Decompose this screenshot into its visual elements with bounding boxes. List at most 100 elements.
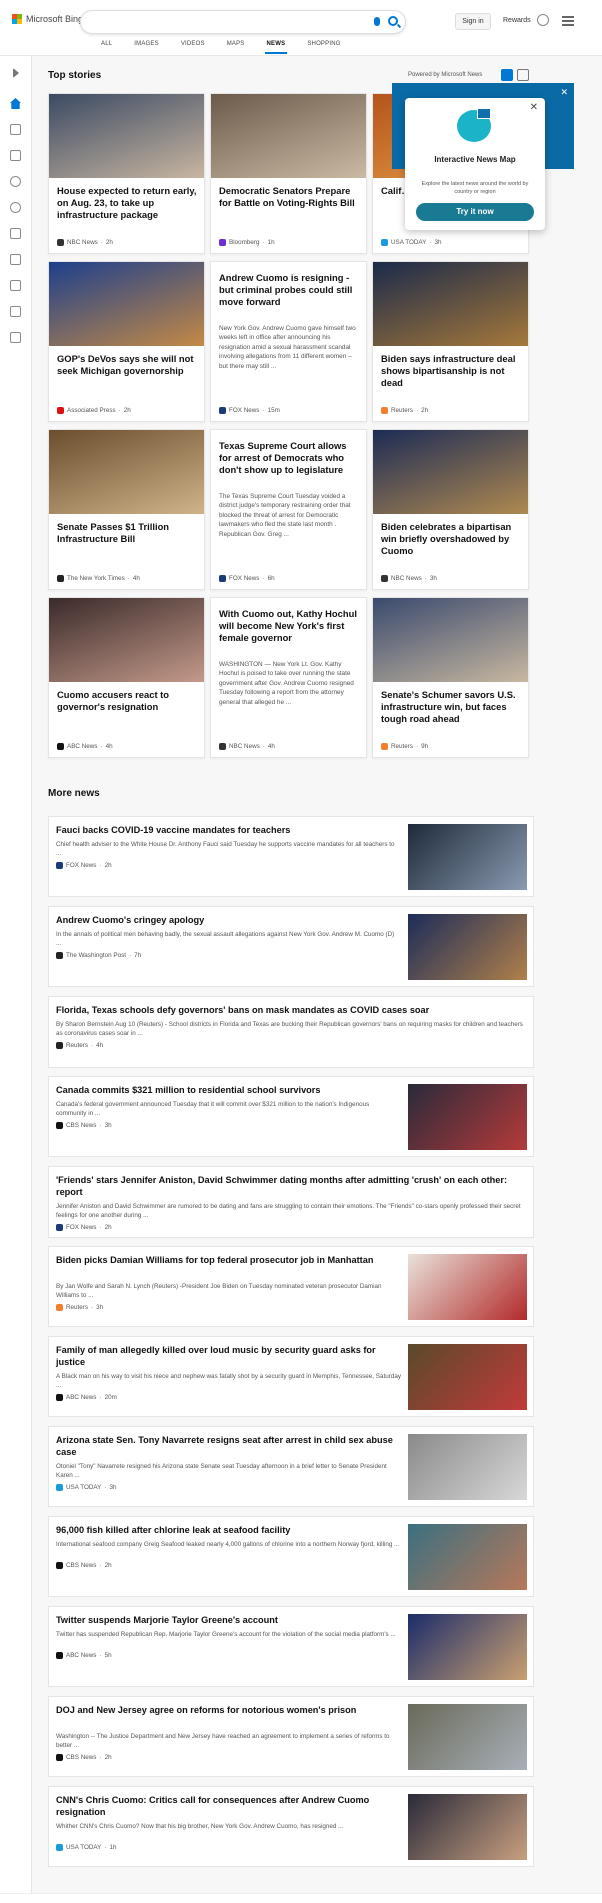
rewards-link[interactable]: Rewards xyxy=(503,17,531,24)
news-source[interactable]: FOX News · 6h xyxy=(219,575,275,582)
news-thumbnail[interactable] xyxy=(408,1084,527,1150)
news-row[interactable]: DOJ and New Jersey agree on reforms for … xyxy=(48,1696,534,1777)
news-card[interactable]: GOP's DeVos says she will not seek Michi… xyxy=(48,261,205,422)
try-it-now-button[interactable]: Try it now xyxy=(416,203,534,221)
tab-images[interactable]: IMAGES xyxy=(123,41,170,51)
close-icon[interactable]: ✕ xyxy=(530,102,538,113)
news-source[interactable]: Reuters · 3h xyxy=(56,1304,103,1311)
bank-icon[interactable] xyxy=(10,306,21,317)
search-icon[interactable] xyxy=(388,16,398,26)
news-card-title[interactable]: GOP's DeVos says she will not seek Michi… xyxy=(57,353,199,377)
bing-logo[interactable]: Microsoft Bing xyxy=(12,14,83,24)
news-row-title[interactable]: Twitter suspends Marjorie Taylor Greene'… xyxy=(56,1614,401,1626)
tab-videos[interactable]: VIDEOS xyxy=(170,41,216,51)
news-card[interactable]: Senate Passes $1 Trillion Infrastructure… xyxy=(48,429,205,590)
news-card[interactable]: Cuomo accusers react to governor's resig… xyxy=(48,597,205,758)
news-row-title[interactable]: Family of man allegedly killed over loud… xyxy=(56,1344,401,1368)
news-row-title[interactable]: Fauci backs COVID-19 vaccine mandates fo… xyxy=(56,824,401,836)
news-source[interactable]: NBC News · 3h xyxy=(381,575,437,582)
news-source[interactable]: The Washington Post · 7h xyxy=(56,952,141,959)
news-source[interactable]: Reuters · 4h xyxy=(56,1042,103,1049)
chevron-right-icon[interactable] xyxy=(13,68,19,78)
tab-news[interactable]: NEWS xyxy=(256,41,297,54)
news-source[interactable]: CBS News · 3h xyxy=(56,1122,112,1129)
news-card-title[interactable]: Senate Passes $1 Trillion Infrastructure… xyxy=(57,521,199,545)
news-row-title[interactable]: Andrew Cuomo's cringey apology xyxy=(56,914,401,926)
news-row[interactable]: Family of man allegedly killed over loud… xyxy=(48,1336,534,1417)
news-row[interactable]: Biden picks Damian Williams for top fede… xyxy=(48,1246,534,1327)
microphone-icon[interactable] xyxy=(374,17,380,26)
news-row-title[interactable]: Canada commits $321 million to residenti… xyxy=(56,1084,401,1096)
news-card-title[interactable]: Texas Supreme Court allows for arrest of… xyxy=(219,440,361,476)
news-card-title[interactable]: Biden celebrates a bipartisan win briefl… xyxy=(381,521,523,557)
money-icon[interactable] xyxy=(10,332,21,343)
news-card[interactable]: With Cuomo out, Kathy Hochul will become… xyxy=(210,597,367,758)
news-image[interactable] xyxy=(49,430,204,514)
news-card[interactable]: Democratic Senators Prepare for Battle o… xyxy=(210,93,367,254)
news-card[interactable]: Biden celebrates a bipartisan win briefl… xyxy=(372,429,529,590)
news-card[interactable]: Biden says infrastructure deal shows bip… xyxy=(372,261,529,422)
news-row-title[interactable]: Biden picks Damian Williams for top fede… xyxy=(56,1254,401,1266)
news-row[interactable]: Andrew Cuomo's cringey apology In the ann… xyxy=(48,906,534,987)
news-source[interactable]: USA TODAY · 3h xyxy=(56,1484,116,1491)
news-row[interactable]: Twitter suspends Marjorie Taylor Greene'… xyxy=(48,1606,534,1687)
news-source[interactable]: Bloomberg · 1h xyxy=(219,239,275,246)
news-card-title[interactable]: Biden says infrastructure deal shows bip… xyxy=(381,353,523,389)
entertainment-icon[interactable] xyxy=(10,280,21,291)
news-thumbnail[interactable] xyxy=(408,1344,527,1410)
news-source[interactable]: Associated Press · 2h xyxy=(57,407,131,414)
grid-view-icon[interactable] xyxy=(501,69,513,81)
news-thumbnail[interactable] xyxy=(408,1704,527,1770)
news-source[interactable]: NBC News · 4h xyxy=(219,743,275,750)
news-row[interactable]: Canada commits $321 million to residenti… xyxy=(48,1076,534,1157)
news-image[interactable] xyxy=(211,94,366,178)
news-card-title[interactable]: Andrew Cuomo is resigning - but criminal… xyxy=(219,272,361,308)
news-row[interactable]: Florida, Texas schools defy governors' b… xyxy=(48,996,534,1068)
news-row-title[interactable]: Arizona state Sen. Tony Navarrete resign… xyxy=(56,1434,401,1458)
news-source[interactable]: ABC News · 20m xyxy=(56,1394,117,1401)
news-thumbnail[interactable] xyxy=(408,1794,527,1860)
news-card-title[interactable]: With Cuomo out, Kathy Hochul will become… xyxy=(219,608,361,644)
news-card[interactable]: Andrew Cuomo is resigning - but criminal… xyxy=(210,261,367,422)
news-thumbnail[interactable] xyxy=(408,1434,527,1500)
scales-icon[interactable] xyxy=(10,228,21,239)
news-thumbnail[interactable] xyxy=(408,1254,527,1320)
news-row[interactable]: 96,000 fish killed after chlorine leak a… xyxy=(48,1516,534,1597)
news-image[interactable] xyxy=(373,430,528,514)
news-card[interactable]: House expected to return early, on Aug. … xyxy=(48,93,205,254)
close-icon[interactable]: ✕ xyxy=(560,87,568,98)
tab-maps[interactable]: MAPS xyxy=(216,41,256,51)
news-source[interactable]: ABC News · 5h xyxy=(56,1652,112,1659)
news-card[interactable]: Senate's Schumer savors U.S. infrastruct… xyxy=(372,597,529,758)
rocket-icon[interactable] xyxy=(10,254,21,265)
news-row-title[interactable]: 'Friends' stars Jennifer Aniston, David … xyxy=(56,1174,526,1198)
tab-all[interactable]: ALL xyxy=(90,41,123,51)
location-pin-icon[interactable] xyxy=(10,176,21,187)
news-image[interactable] xyxy=(49,94,204,178)
news-row-title[interactable]: 96,000 fish killed after chlorine leak a… xyxy=(56,1524,401,1536)
news-source[interactable]: FOX News · 2h xyxy=(56,862,112,869)
search-input[interactable] xyxy=(80,10,406,34)
news-row-title[interactable]: CNN's Chris Cuomo: Critics call for cons… xyxy=(56,1794,401,1818)
news-card[interactable]: Texas Supreme Court allows for arrest of… xyxy=(210,429,367,590)
news-source[interactable]: USA TODAY · 1h xyxy=(56,1844,116,1851)
news-source[interactable]: ABC News · 4h xyxy=(57,743,113,750)
sign-in-button[interactable]: Sign in xyxy=(455,13,491,30)
news-card-title[interactable]: Cuomo accusers react to governor's resig… xyxy=(57,689,199,713)
news-row[interactable]: Arizona state Sen. Tony Navarrete resign… xyxy=(48,1426,534,1507)
tab-shopping[interactable]: SHOPPING xyxy=(296,41,351,51)
news-card-title[interactable]: House expected to return early, on Aug. … xyxy=(57,185,199,221)
news-thumbnail[interactable] xyxy=(408,1614,527,1680)
news-card-title[interactable]: Democratic Senators Prepare for Battle o… xyxy=(219,185,361,209)
news-source[interactable]: FOX News · 15m xyxy=(219,407,280,414)
rewards-medal-icon[interactable] xyxy=(537,14,549,26)
news-source[interactable]: USA TODAY · 3h xyxy=(381,239,441,246)
news-row[interactable]: Fauci backs COVID-19 vaccine mandates fo… xyxy=(48,816,534,897)
news-thumbnail[interactable] xyxy=(408,914,527,980)
news-source[interactable]: CBS News · 2h xyxy=(56,1754,112,1761)
hamburger-menu-icon[interactable] xyxy=(562,16,574,26)
news-card-title[interactable]: Senate's Schumer savors U.S. infrastruct… xyxy=(381,689,523,725)
news-source[interactable]: FOX News · 2h xyxy=(56,1224,112,1231)
news-image[interactable] xyxy=(373,262,528,346)
globe-icon[interactable] xyxy=(10,202,21,213)
